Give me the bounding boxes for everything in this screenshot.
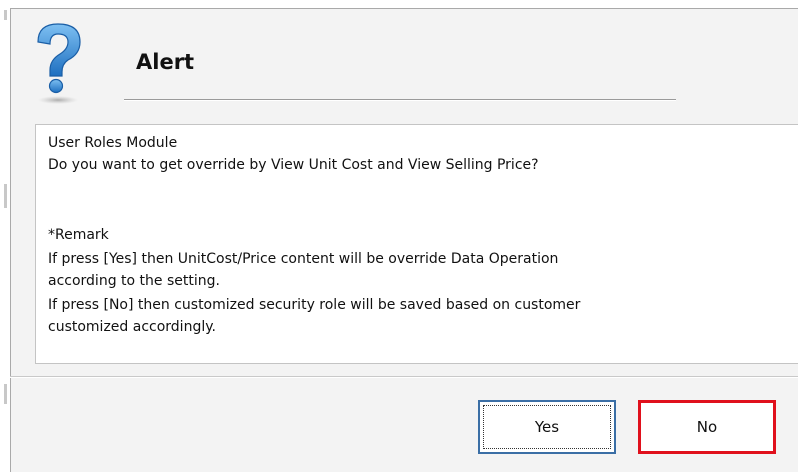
button-area-divider — [10, 376, 798, 378]
title-divider — [124, 99, 676, 101]
remark-line-3: If press [No] then customized security r… — [48, 297, 581, 313]
dialog-title: Alert — [136, 50, 195, 74]
yes-button-label: Yes — [534, 418, 560, 436]
left-edge-tick-top — [4, 10, 7, 20]
remark-line-4: customized accordingly. — [48, 319, 216, 335]
no-button-label: No — [696, 418, 718, 436]
left-edge-tick-bottom — [4, 384, 7, 404]
left-edge-tick-middle — [4, 184, 7, 208]
yes-button[interactable]: Yes — [478, 400, 616, 454]
message-module: User Roles Module — [48, 135, 178, 151]
remark-line-1: If press [Yes] then UnitCost/Price conte… — [48, 251, 559, 267]
remark-heading: *Remark — [48, 227, 109, 243]
remark-line-2: according to the setting. — [48, 273, 220, 289]
message-question: Do you want to get override by View Unit… — [48, 157, 539, 173]
no-button[interactable]: No — [638, 400, 776, 454]
question-mark-icon — [37, 23, 81, 104]
message-panel: User Roles Module Do you want to get ove… — [35, 124, 798, 364]
